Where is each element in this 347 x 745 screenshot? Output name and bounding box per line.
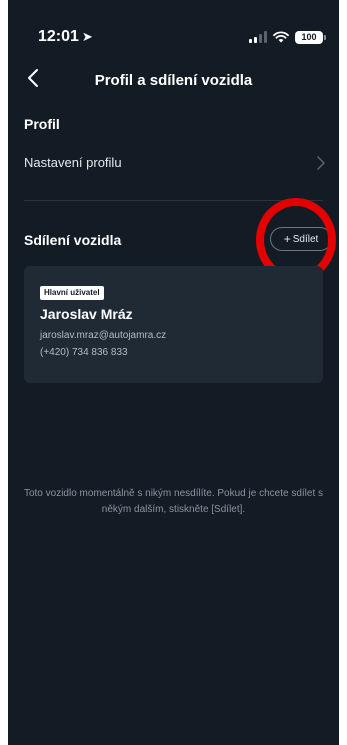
user-phone: (+420) 734 836 833	[40, 347, 128, 358]
chevron-right-icon	[317, 156, 325, 170]
status-indicators: 100	[249, 29, 326, 45]
sharing-info-text: Toto vozidlo momentálně s nikým nesdílít…	[23, 488, 324, 515]
divider	[24, 200, 323, 201]
profile-section-heading: Profil	[24, 116, 60, 132]
location-arrow-icon: ➤	[81, 29, 93, 44]
wifi-icon	[273, 31, 289, 43]
battery-level: 100	[301, 32, 317, 42]
status-time: 12:01 ➤	[38, 28, 93, 46]
main-user-badge: Hlavní uživatel	[40, 286, 104, 300]
signal-icon	[249, 31, 267, 43]
vehicle-sharing-heading: Sdílení vozidla	[24, 232, 122, 248]
share-button-label: Sdílet	[292, 233, 319, 245]
app-screen: 12:01 ➤ 100 Profil a sdílení vozidla Prof…	[8, 0, 339, 745]
user-email: jaroslav.mraz@autojamra.cz	[40, 330, 167, 341]
plus-icon: +	[283, 232, 291, 246]
profile-settings-label: Nastavení profilu	[24, 155, 122, 170]
user-card[interactable]: Hlavní uživatel Jaroslav Mráz jaroslav.m…	[24, 266, 323, 383]
profile-settings-row[interactable]: Nastavení profilu	[8, 148, 339, 178]
user-name: Jaroslav Mráz	[40, 306, 133, 322]
status-time-text: 12:01	[38, 28, 79, 45]
share-button[interactable]: + Sdílet	[270, 227, 332, 251]
battery-icon: 100	[295, 30, 326, 44]
page-title: Profil a sdílení vozidla	[94, 72, 253, 89]
